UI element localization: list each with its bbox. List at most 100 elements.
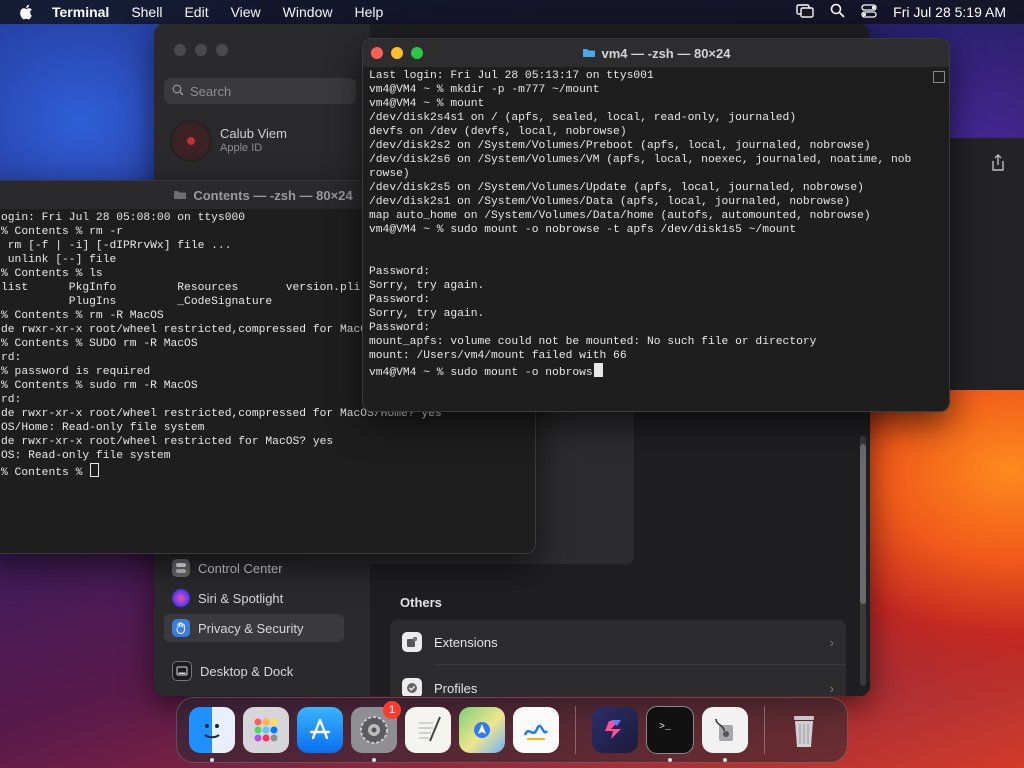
apple-id-account[interactable]: Calub Viem Apple ID — [170, 120, 287, 162]
profiles-check-icon — [402, 678, 422, 696]
dock: 1 >_ — [176, 697, 848, 763]
extensions-row[interactable]: Extensions › — [390, 620, 846, 664]
trash-icon[interactable] — [781, 707, 827, 753]
running-indicator — [372, 758, 376, 762]
terminal-prompt-line: % Contents % — [1, 463, 529, 480]
menu-help[interactable]: Help — [354, 4, 383, 20]
terminal-line: /dev/disk2s5 on /System/Volumes/Update (… — [369, 182, 864, 194]
control-center-icon — [172, 559, 190, 577]
finder-icon[interactable] — [189, 707, 235, 762]
system-settings-icon[interactable]: 1 — [351, 701, 401, 762]
terminal-line: Password: — [369, 322, 431, 334]
terminal-window-vm4[interactable]: vm4 — -zsh — 80×24 Last login: Fri Jul 2… — [362, 38, 950, 412]
sidebar-item-label: Desktop & Dock — [200, 663, 294, 679]
terminal-line: /dev/disk2s2 on /System/Volumes/Preboot … — [369, 140, 871, 152]
menu-bar: Terminal Shell Edit View Window Help Fri… — [0, 0, 1024, 24]
profiles-label: Profiles — [434, 680, 478, 696]
folder-icon — [173, 188, 187, 203]
profiles-row[interactable]: Profiles › — [390, 666, 846, 696]
scroll-indicator[interactable] — [933, 71, 945, 83]
terminal-line: rowse) — [369, 168, 410, 180]
app-store-icon[interactable] — [297, 707, 343, 753]
terminal-app-icon[interactable]: >_ — [646, 706, 694, 762]
terminal-title: vm4 — -zsh — 80×24 — [601, 45, 731, 61]
menu-shell[interactable]: Shell — [131, 4, 162, 20]
siri-icon — [172, 589, 190, 607]
terminal-line: map auto_home on /System/Volumes/Data/ho… — [369, 210, 871, 222]
terminal-line: devfs on /dev (devfs, local, nobrowse) — [369, 126, 627, 138]
zoom-button[interactable] — [216, 44, 228, 56]
settings-scrollbar[interactable] — [860, 436, 866, 686]
sidebar-item-label: Privacy & Security — [198, 620, 304, 636]
terminal-line: mount_apfs: volume could not be mounted:… — [369, 336, 817, 348]
row-divider — [434, 664, 846, 665]
freeform-icon[interactable] — [513, 707, 559, 753]
terminal-line: OS/Home: Read-only file system — [1, 422, 205, 434]
sidebar-item-privacy-security[interactable]: Privacy & Security — [164, 614, 344, 642]
running-indicator — [723, 758, 727, 762]
zoom-button[interactable] — [411, 47, 423, 59]
minimize-button[interactable] — [195, 44, 207, 56]
launchpad-icon[interactable] — [243, 707, 289, 753]
sidebar-item-siri-spotlight[interactable]: Siri & Spotlight — [164, 584, 344, 612]
hand-icon — [172, 619, 190, 637]
terminal-titlebar[interactable]: vm4 — -zsh — 80×24 — [363, 39, 949, 67]
close-button[interactable] — [371, 47, 383, 59]
sidebar-item-label: Control Center — [198, 560, 283, 576]
disk-utility-icon[interactable] — [702, 707, 748, 762]
close-button[interactable] — [174, 44, 186, 56]
maps-icon[interactable] — [459, 707, 505, 753]
account-name: Calub Viem — [220, 126, 287, 141]
extensions-icon — [402, 632, 422, 652]
minimize-button[interactable] — [391, 47, 403, 59]
apple-menu-icon[interactable] — [18, 4, 34, 20]
terminal-prompt: vm4@VM4 ~ % sudo mount -o nobrows — [369, 367, 593, 379]
menu-edit[interactable]: Edit — [184, 4, 208, 20]
terminal-output[interactable]: Last login: Fri Jul 28 05:13:17 on ttys0… — [363, 67, 949, 382]
settings-search-field[interactable]: Search — [164, 78, 356, 104]
screen-mirroring-icon[interactable] — [796, 3, 814, 21]
terminal-prompt-line: vm4@VM4 ~ % sudo mount -o nobrows — [369, 363, 943, 380]
avatar — [170, 120, 212, 162]
menu-clock[interactable]: Fri Jul 28 5:19 AM — [893, 4, 1006, 20]
terminal-line: Password: — [369, 294, 431, 306]
menu-app-terminal[interactable]: Terminal — [52, 4, 109, 20]
window-controls — [174, 44, 228, 56]
terminal-line: Sorry, try again. — [369, 280, 485, 292]
menu-window[interactable]: Window — [283, 4, 333, 20]
search-icon — [172, 84, 184, 99]
others-group: Extensions › Profiles › — [390, 620, 846, 696]
chevron-right-icon: › — [829, 634, 834, 650]
shortcuts-icon[interactable] — [592, 707, 638, 753]
notification-badge: 1 — [383, 701, 401, 719]
dock-separator — [575, 706, 576, 754]
chevron-right-icon: › — [829, 680, 834, 696]
terminal-line: mount: /Users/vm4/mount failed with 66 — [369, 350, 627, 362]
share-icon[interactable] — [990, 154, 1006, 177]
terminal-line: vm4@VM4 ~ % mount — [369, 98, 485, 110]
text-cursor — [90, 463, 100, 477]
sidebar-item-desktop-dock[interactable]: Desktop & Dock — [164, 657, 344, 685]
menu-view[interactable]: View — [231, 4, 261, 20]
terminal-line: /dev/disk2s6 on /System/Volumes/VM (apfs… — [369, 154, 912, 166]
terminal-line: vm4@VM4 ~ % sudo mount -o nobrowse -t ap… — [369, 224, 797, 236]
desktop-dock-icon — [172, 661, 192, 681]
running-indicator — [210, 758, 214, 762]
running-indicator — [668, 758, 672, 762]
others-section-title: Others — [400, 595, 442, 610]
dock-separator — [764, 706, 765, 754]
spotlight-search-icon[interactable] — [830, 3, 845, 21]
folder-icon — [582, 46, 596, 61]
terminal-line: vm4@VM4 ~ % mkdir -p -m777 ~/mount — [369, 84, 600, 96]
search-placeholder: Search — [190, 83, 232, 99]
svg-text:>_: >_ — [659, 722, 672, 733]
text-cursor — [593, 363, 603, 377]
window-controls — [371, 47, 423, 59]
extensions-label: Extensions — [434, 634, 498, 650]
textedit-icon[interactable] — [405, 707, 451, 753]
control-center-icon[interactable] — [861, 3, 877, 21]
terminal-line: OS: Read-only file system — [1, 450, 171, 462]
account-subtitle: Apple ID — [220, 142, 263, 154]
